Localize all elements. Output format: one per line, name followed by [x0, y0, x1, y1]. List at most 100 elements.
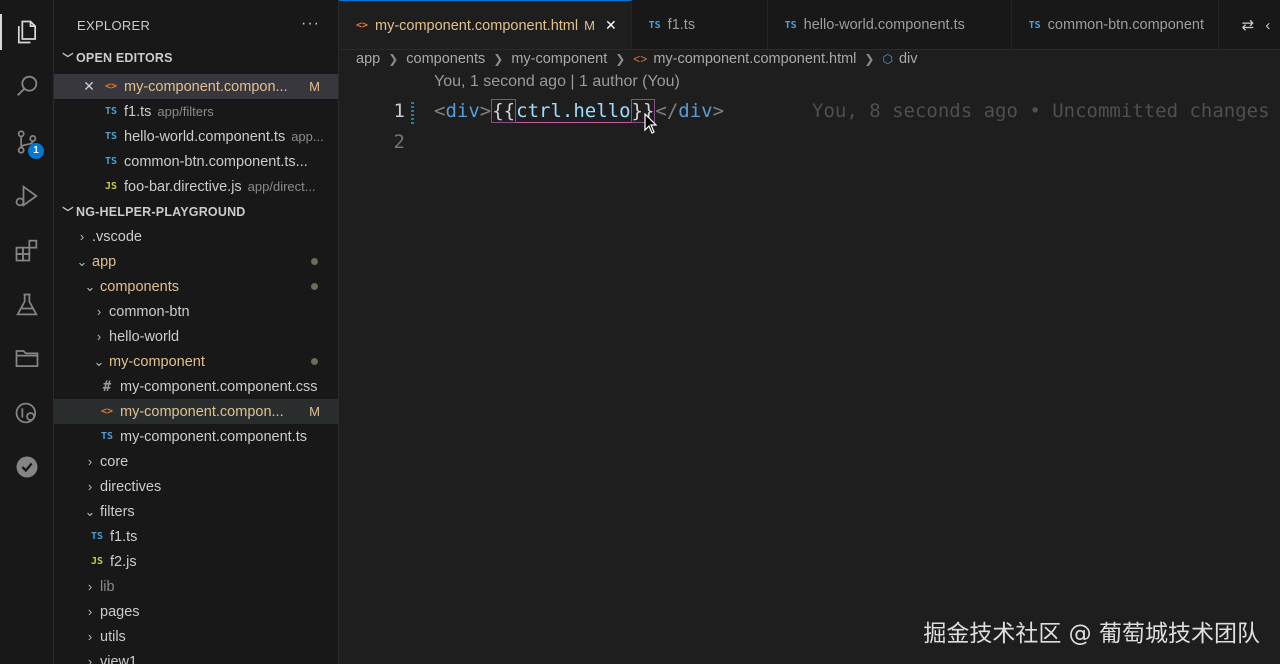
workspace-header[interactable]: ﹀ NG-HELPER-PLAYGROUND: [54, 199, 338, 224]
close-icon[interactable]: ✕: [605, 17, 617, 34]
chevron-right-icon: ❯: [615, 52, 626, 66]
run-debug-icon[interactable]: [0, 172, 54, 220]
tree-folder-name: pages: [100, 603, 140, 620]
breadcrumb-item[interactable]: components: [406, 51, 485, 67]
chevron-right-icon: ›: [87, 454, 93, 469]
chevron-down-icon: ﹀: [62, 206, 74, 219]
modified-dot: [311, 358, 318, 365]
modified-badge: M: [309, 79, 320, 94]
line-number: 2: [393, 131, 405, 153]
tree-folder[interactable]: › directives: [54, 474, 338, 499]
open-editor-path: app/direct...: [247, 179, 316, 194]
breadcrumb-item[interactable]: my-component: [511, 51, 607, 67]
inline-blame: You, 8 seconds ago • Uncommitted changes: [812, 100, 1270, 122]
tree-folder[interactable]: › view1: [54, 649, 338, 664]
open-editor-name: foo-bar.directive.js: [124, 178, 242, 195]
folder-icon[interactable]: [0, 334, 54, 382]
html-file-icon: <>: [633, 52, 648, 66]
chevron-right-icon: ›: [87, 629, 93, 644]
tree-file[interactable]: JS f2.js: [54, 549, 338, 574]
code-token: div: [678, 100, 713, 122]
tab-f1-ts[interactable]: TS f1.ts: [632, 0, 768, 49]
compare-changes-icon[interactable]: ⇄: [1242, 16, 1255, 34]
open-editors-label: OPEN EDITORS: [76, 51, 173, 65]
ts-file-icon: TS: [104, 131, 118, 142]
tree-file-name: f1.ts: [110, 528, 138, 545]
chevron-right-icon: ❯: [493, 52, 504, 66]
tree-file[interactable]: TS my-component.component.ts: [54, 424, 338, 449]
tree-folder-name: .vscode: [92, 228, 142, 245]
open-editor-item[interactable]: TS hello-world.component.ts app...: [54, 124, 338, 149]
modified-badge: M: [584, 18, 595, 33]
modified-badge: M: [309, 404, 320, 419]
explorer-icon[interactable]: [0, 8, 54, 56]
source-control-icon[interactable]: 1: [0, 118, 54, 166]
tree-folder[interactable]: › common-btn: [54, 299, 338, 324]
tree-folder[interactable]: ⌄ filters: [54, 499, 338, 524]
tree-folder[interactable]: › hello-world: [54, 324, 338, 349]
tree-folder-name: hello-world: [109, 328, 180, 345]
tree-file[interactable]: TS f1.ts: [54, 524, 338, 549]
tree-folder[interactable]: › core: [54, 449, 338, 474]
breadcrumb-item[interactable]: my-component.component.html: [653, 51, 856, 67]
open-editor-path: app/filters: [157, 104, 214, 119]
code-token: {{: [491, 99, 517, 123]
open-editor-name: common-btn.component.ts...: [124, 153, 308, 170]
open-editor-item[interactable]: TS common-btn.component.ts...: [54, 149, 338, 174]
tree-folder[interactable]: › lib: [54, 574, 338, 599]
code-token: <: [434, 100, 446, 122]
tree-folder[interactable]: › utils: [54, 624, 338, 649]
open-editor-name: hello-world.component.ts: [124, 128, 286, 145]
code-line[interactable]: <div>{{ctrl.hello}}</div>: [434, 99, 725, 123]
tree-folder[interactable]: › .vscode: [54, 224, 338, 249]
ts-file-icon: TS: [1028, 19, 1041, 31]
tab-hello-world-ts[interactable]: TS hello-world.component.ts: [768, 0, 1012, 49]
more-actions-icon[interactable]: ···: [301, 15, 320, 33]
chevron-left-icon[interactable]: ‹: [1265, 17, 1270, 34]
workspace-label: NG-HELPER-PLAYGROUND: [76, 204, 246, 219]
open-editor-name: f1.ts: [124, 103, 152, 120]
html-file-icon: <>: [104, 81, 118, 92]
tree-folder-name: directives: [100, 478, 162, 495]
search-icon[interactable]: [0, 62, 54, 110]
tree-file[interactable]: <> my-component.compon... M: [54, 399, 338, 424]
code-token: >: [479, 100, 492, 122]
tree-file-name: my-component.component.css: [120, 378, 318, 395]
js-file-icon: JS: [90, 556, 104, 567]
tree-file-name: f2.js: [110, 553, 137, 570]
tab-my-component-html[interactable]: <> my-component.component.html M ✕: [339, 0, 632, 49]
extensions-icon[interactable]: [0, 226, 54, 274]
breadcrumb-item[interactable]: div: [899, 51, 918, 67]
tree-file[interactable]: # my-component.component.css: [54, 374, 338, 399]
remote-explorer-icon[interactable]: [0, 389, 54, 437]
close-icon[interactable]: ✕: [80, 78, 98, 95]
check-icon[interactable]: [0, 443, 54, 491]
codelens-blame[interactable]: You, 1 second ago | 1 author (You): [434, 73, 680, 91]
chevron-right-icon: ›: [87, 604, 93, 619]
code-token: >: [712, 100, 725, 122]
testing-icon[interactable]: [0, 281, 54, 329]
tab-label: common-btn.component: [1047, 17, 1205, 33]
breadcrumb-item[interactable]: app: [356, 51, 380, 67]
watermark: 掘金技术社区 @ 葡萄城技术团队: [923, 621, 1260, 647]
tree-folder[interactable]: ⌄ app: [54, 249, 338, 274]
tab-common-btn-ts[interactable]: TS common-btn.component: [1012, 0, 1220, 49]
chevron-right-icon: ›: [87, 479, 93, 494]
open-editor-item[interactable]: JS foo-bar.directive.js app/direct...: [54, 174, 338, 199]
chevron-down-icon: ﹀: [62, 53, 74, 65]
tree-folder-name: components: [100, 278, 179, 295]
line-number: 1: [393, 100, 405, 122]
open-editor-name: my-component.compon...: [124, 78, 288, 95]
tree-folder[interactable]: › pages: [54, 599, 338, 624]
open-editors-header[interactable]: ﹀ OPEN EDITORS: [54, 50, 338, 66]
ts-file-icon: TS: [104, 106, 118, 117]
ts-file-icon: TS: [100, 431, 114, 442]
chevron-right-icon: ›: [79, 229, 85, 244]
open-editor-item[interactable]: ✕ <> my-component.compon... M: [54, 74, 338, 99]
ts-file-icon: TS: [784, 19, 797, 31]
open-editor-item[interactable]: TS f1.ts app/filters: [54, 99, 338, 124]
tree-folder[interactable]: ⌄ my-component: [54, 349, 338, 374]
tree-folder[interactable]: ⌄ components: [54, 274, 338, 299]
tree-folder-name: lib: [100, 578, 115, 595]
code-token: ctrl.hello: [516, 100, 631, 123]
